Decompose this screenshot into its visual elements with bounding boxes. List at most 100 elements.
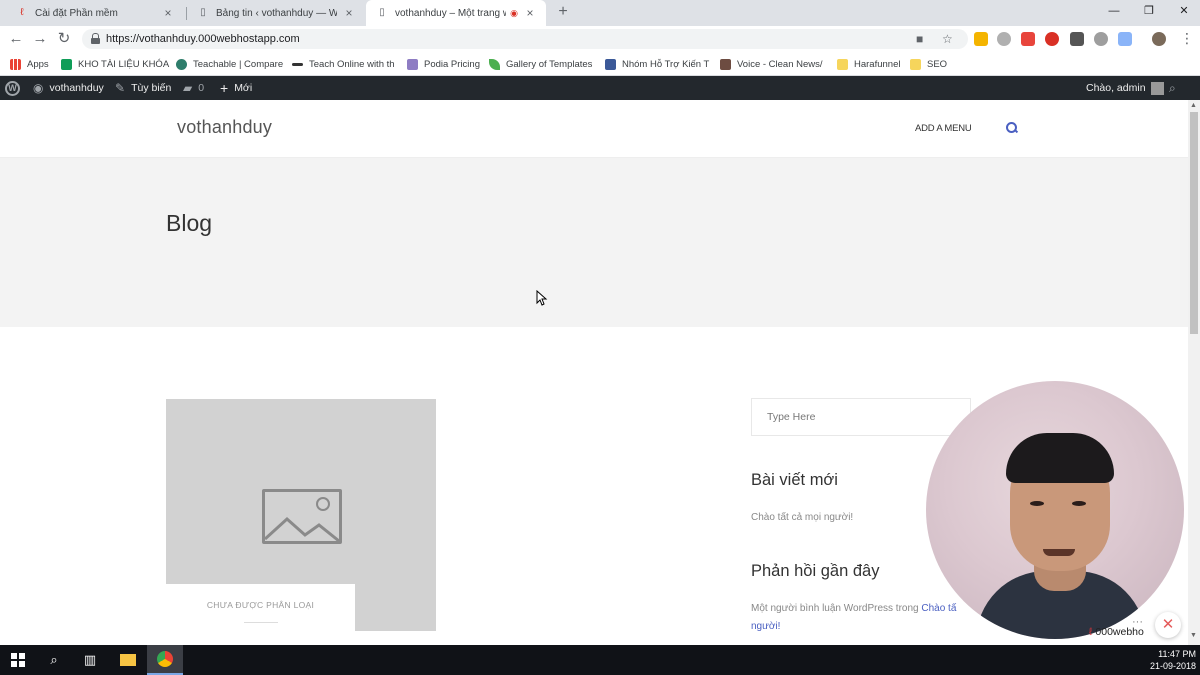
clock-date: 21-09-2018 <box>1149 661 1196 671</box>
maximize-button[interactable]: ❐ <box>1130 0 1168 22</box>
comment-icon: ▰ <box>183 81 193 95</box>
bookmark-label: Harafunnel <box>854 58 901 70</box>
recording-icon: ◉ <box>510 7 518 18</box>
kebab-menu-icon[interactable]: ⋮ <box>1180 30 1194 47</box>
leaf-icon <box>489 58 500 70</box>
apps-grid-icon <box>10 58 21 70</box>
bookmark-teach-online[interactable]: Teach Online with th <box>292 57 395 71</box>
bookmark-gallery-templates[interactable]: Gallery of Templates <box>489 57 592 71</box>
close-icon[interactable]: × <box>162 6 174 20</box>
teachable-icon <box>176 58 187 70</box>
adminbar-comments[interactable]: ▰ 0 <box>183 76 204 100</box>
webcam-overlay <box>926 381 1184 639</box>
tab-wordpress-dashboard[interactable]: ▯ Bảng tin ‹ vothanhduy — WordPress × <box>187 0 365 26</box>
extension-icon[interactable] <box>974 32 988 46</box>
close-window-button[interactable]: ✕ <box>1165 0 1200 22</box>
lock-icon <box>91 33 100 44</box>
bookmark-kho-tai-lieu[interactable]: KHO TÀI LIỆU KHÓA <box>61 57 169 71</box>
extension-icon[interactable] <box>1070 32 1084 46</box>
tab-title: Bảng tin ‹ vothanhduy — WordPress <box>216 7 337 19</box>
voice-icon <box>720 58 731 70</box>
extension-icon[interactable] <box>1045 32 1059 46</box>
page-scrollbar[interactable]: ▲ ▼ <box>1188 100 1200 645</box>
page-icon: ▯ <box>379 7 385 18</box>
recent-post-link[interactable]: Chào tất cả mọi người! <box>751 512 853 523</box>
comments-count: 0 <box>198 82 205 94</box>
wordpress-logo-icon[interactable]: W <box>5 76 20 100</box>
url-text: https://vothanhduy.000webhostapp.com <box>106 33 300 45</box>
bookmark-label: KHO TÀI LIỆU KHÓA <box>78 58 170 70</box>
bookmark-seo[interactable]: SEO <box>910 57 947 71</box>
bookmark-nhom-ho-tro[interactable]: Nhóm Hỗ Trợ Kiến T <box>605 57 709 71</box>
bookmark-label: Voice - Clean News/ <box>737 58 823 70</box>
sidebar-search-input[interactable]: Type Here <box>751 398 971 436</box>
task-view-icon[interactable]: ▥ <box>72 645 108 675</box>
recent-comment: Một người bình luận WordPress trong Chào… <box>751 603 981 614</box>
bookmark-podia[interactable]: Podia Pricing <box>407 57 480 71</box>
close-badge-button[interactable]: ✕ <box>1155 612 1181 638</box>
scrollbar-thumb[interactable] <box>1190 112 1198 334</box>
search-taskbar-icon[interactable]: ⌕ <box>36 645 72 675</box>
new-label: Mới <box>234 82 253 94</box>
tab-vothanhduy-site[interactable]: ▯ vothanhduy – Một trang web ◉ × <box>366 0 546 26</box>
extension-icon[interactable] <box>1094 32 1108 46</box>
bookmark-label: Apps <box>27 58 49 70</box>
more-options-icon[interactable]: ··· <box>1132 616 1143 628</box>
page-hero: Blog <box>0 158 1188 327</box>
webhost-logo-icon: ℓ <box>1089 626 1093 638</box>
scroll-up-icon[interactable]: ▲ <box>1190 102 1197 109</box>
close-icon[interactable]: × <box>524 6 536 20</box>
forward-button[interactable]: → <box>31 30 49 48</box>
adminbar-search-icon[interactable]: ⌕ <box>1169 76 1176 100</box>
site-name-label: vothanhduy <box>49 82 104 94</box>
close-icon[interactable]: × <box>343 6 355 20</box>
brush-icon: ✎ <box>115 81 126 95</box>
comment-prefix: Một người bình luận WordPress trong <box>751 603 922 614</box>
sheets-icon <box>61 58 72 70</box>
comment-post-link[interactable]: Chào tấ <box>921 603 956 614</box>
adminbar-site-name[interactable]: ◉ vothanhduy <box>33 76 104 100</box>
tab-strip: ℓ Cài đặt Phần mềm × ▯ Bảng tin ‹ vothan… <box>0 0 1200 26</box>
start-button[interactable] <box>0 645 36 675</box>
tab-cai-dat-phan-mem[interactable]: ℓ Cài đặt Phần mềm × <box>6 0 184 26</box>
red-swirl-icon: ℓ <box>20 7 24 18</box>
bookmark-label: Gallery of Templates <box>506 58 593 70</box>
bookmark-voice-clean-news[interactable]: Voice - Clean News/ <box>720 57 823 71</box>
address-bar[interactable]: https://vothanhduy.000webhostapp.com ■ ☆ <box>82 29 968 49</box>
post-category[interactable]: CHƯA ĐƯỢC PHÂN LOẠI <box>166 600 355 610</box>
extension-icon[interactable] <box>1021 32 1035 46</box>
windows-logo-icon <box>11 653 25 667</box>
bookmark-harafunnel[interactable]: Harafunnel <box>837 57 900 71</box>
bookmark-apps[interactable]: Apps <box>10 57 49 71</box>
adminbar-account[interactable]: Chào, admin <box>1086 76 1164 100</box>
search-icon[interactable] <box>1006 122 1018 134</box>
extension-icon[interactable] <box>1118 32 1132 46</box>
chrome-taskbar-icon[interactable] <box>147 645 183 675</box>
customize-label: Tùy biến <box>131 82 172 94</box>
adminbar-new[interactable]: + Mới <box>220 76 252 100</box>
reload-button[interactable]: ↻ <box>55 30 73 48</box>
bookmark-teachable[interactable]: Teachable | Compare <box>176 57 283 71</box>
recent-posts-title: Bài viết mới <box>751 471 838 489</box>
add-menu-link[interactable]: ADD A MENU <box>915 123 972 134</box>
scroll-down-icon[interactable]: ▼ <box>1190 632 1197 639</box>
system-clock[interactable]: 11:47 PM 21-09-2018 <box>1140 648 1196 672</box>
site-title[interactable]: vothanhduy <box>177 117 272 138</box>
extension-icon[interactable] <box>997 32 1011 46</box>
bookmark-label: SEO <box>927 58 948 70</box>
comment-post-link-continued[interactable]: người! <box>751 621 780 632</box>
adminbar-customize[interactable]: ✎ Tùy biến <box>115 76 171 100</box>
screen: ℓ Cài đặt Phần mềm × ▯ Bảng tin ‹ vothan… <box>0 0 1200 675</box>
windows-taskbar: ⌕ ▥ 11:47 PM 21-09-2018 <box>0 645 1200 675</box>
image-placeholder-icon <box>262 489 342 544</box>
file-explorer-icon[interactable] <box>110 645 146 675</box>
new-tab-button[interactable]: + <box>553 2 573 22</box>
page-icon: ▯ <box>200 7 206 18</box>
bookmark-label: Teach Online with th <box>309 58 395 70</box>
minimize-button[interactable]: — <box>1095 0 1133 22</box>
back-button[interactable]: ← <box>7 30 25 48</box>
profile-avatar[interactable] <box>1152 32 1166 46</box>
mouse-cursor-icon <box>536 290 548 306</box>
camera-icon[interactable]: ■ <box>916 32 923 46</box>
star-icon[interactable]: ☆ <box>942 32 953 46</box>
